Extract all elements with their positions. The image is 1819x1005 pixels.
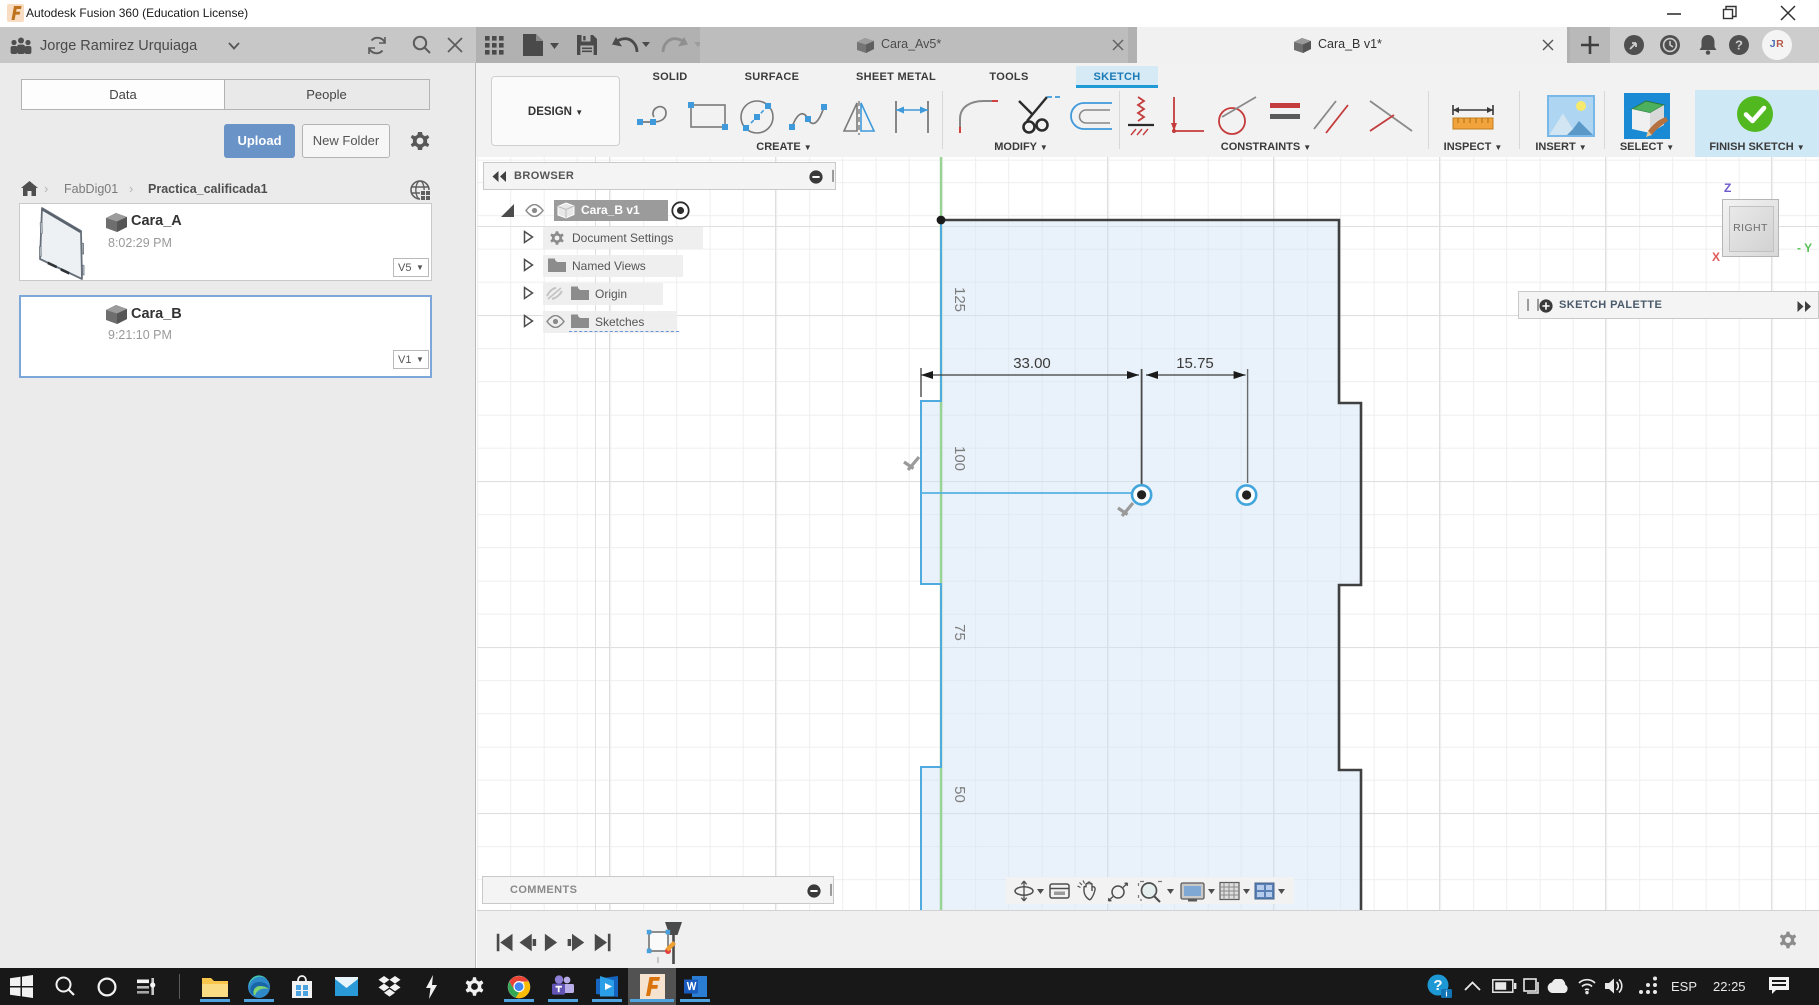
svg-text:i: i [1445, 990, 1447, 999]
svg-text:?: ? [1735, 38, 1743, 53]
